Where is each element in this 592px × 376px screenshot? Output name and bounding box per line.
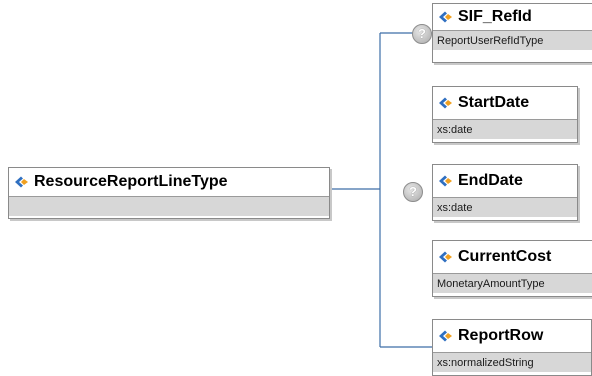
child-element-box[interactable]: CurrentCost MonetaryAmountType (432, 240, 592, 297)
element-diamond-icon (439, 251, 452, 263)
root-element-box[interactable]: ResourceReportLineType (8, 167, 330, 219)
element-diamond-icon (439, 97, 452, 109)
child-element-name: EndDate (458, 172, 523, 189)
child-element-name: ReportRow (458, 327, 544, 344)
element-diamond-icon (439, 175, 452, 187)
child-element-type: MonetaryAmountType (433, 273, 592, 293)
child-element-header: StartDate (433, 87, 577, 119)
root-element-type (9, 196, 329, 216)
child-element-header: EndDate (433, 165, 577, 197)
child-element-box[interactable]: ReportRow xs:normalizedString (432, 319, 592, 376)
optional-question-icon: ? (403, 182, 423, 202)
root-element-name: ResourceReportLineType (34, 173, 228, 190)
child-element-type: xs:date (433, 197, 577, 217)
child-element-name: StartDate (458, 94, 530, 111)
element-diamond-icon (439, 330, 452, 342)
child-element-header: SIF_RefId (433, 4, 592, 30)
child-element-type: ReportUserRefIdType (433, 30, 592, 50)
child-element-header: CurrentCost (433, 241, 592, 273)
child-element-box[interactable]: EndDate xs:date (432, 164, 578, 221)
child-element-box[interactable]: SIF_RefId ReportUserRefIdType (432, 3, 592, 63)
child-element-type: xs:normalizedString (433, 352, 591, 372)
child-element-box[interactable]: StartDate xs:date (432, 86, 578, 143)
child-element-name: SIF_RefId (458, 8, 532, 25)
child-element-type: xs:date (433, 119, 577, 139)
root-element-header: ResourceReportLineType (9, 168, 329, 196)
optional-question-icon: ? (412, 24, 432, 44)
child-element-name: CurrentCost (458, 248, 552, 265)
child-element-header: ReportRow (433, 320, 591, 352)
element-diamond-icon (439, 11, 452, 23)
element-diamond-icon (15, 176, 28, 188)
